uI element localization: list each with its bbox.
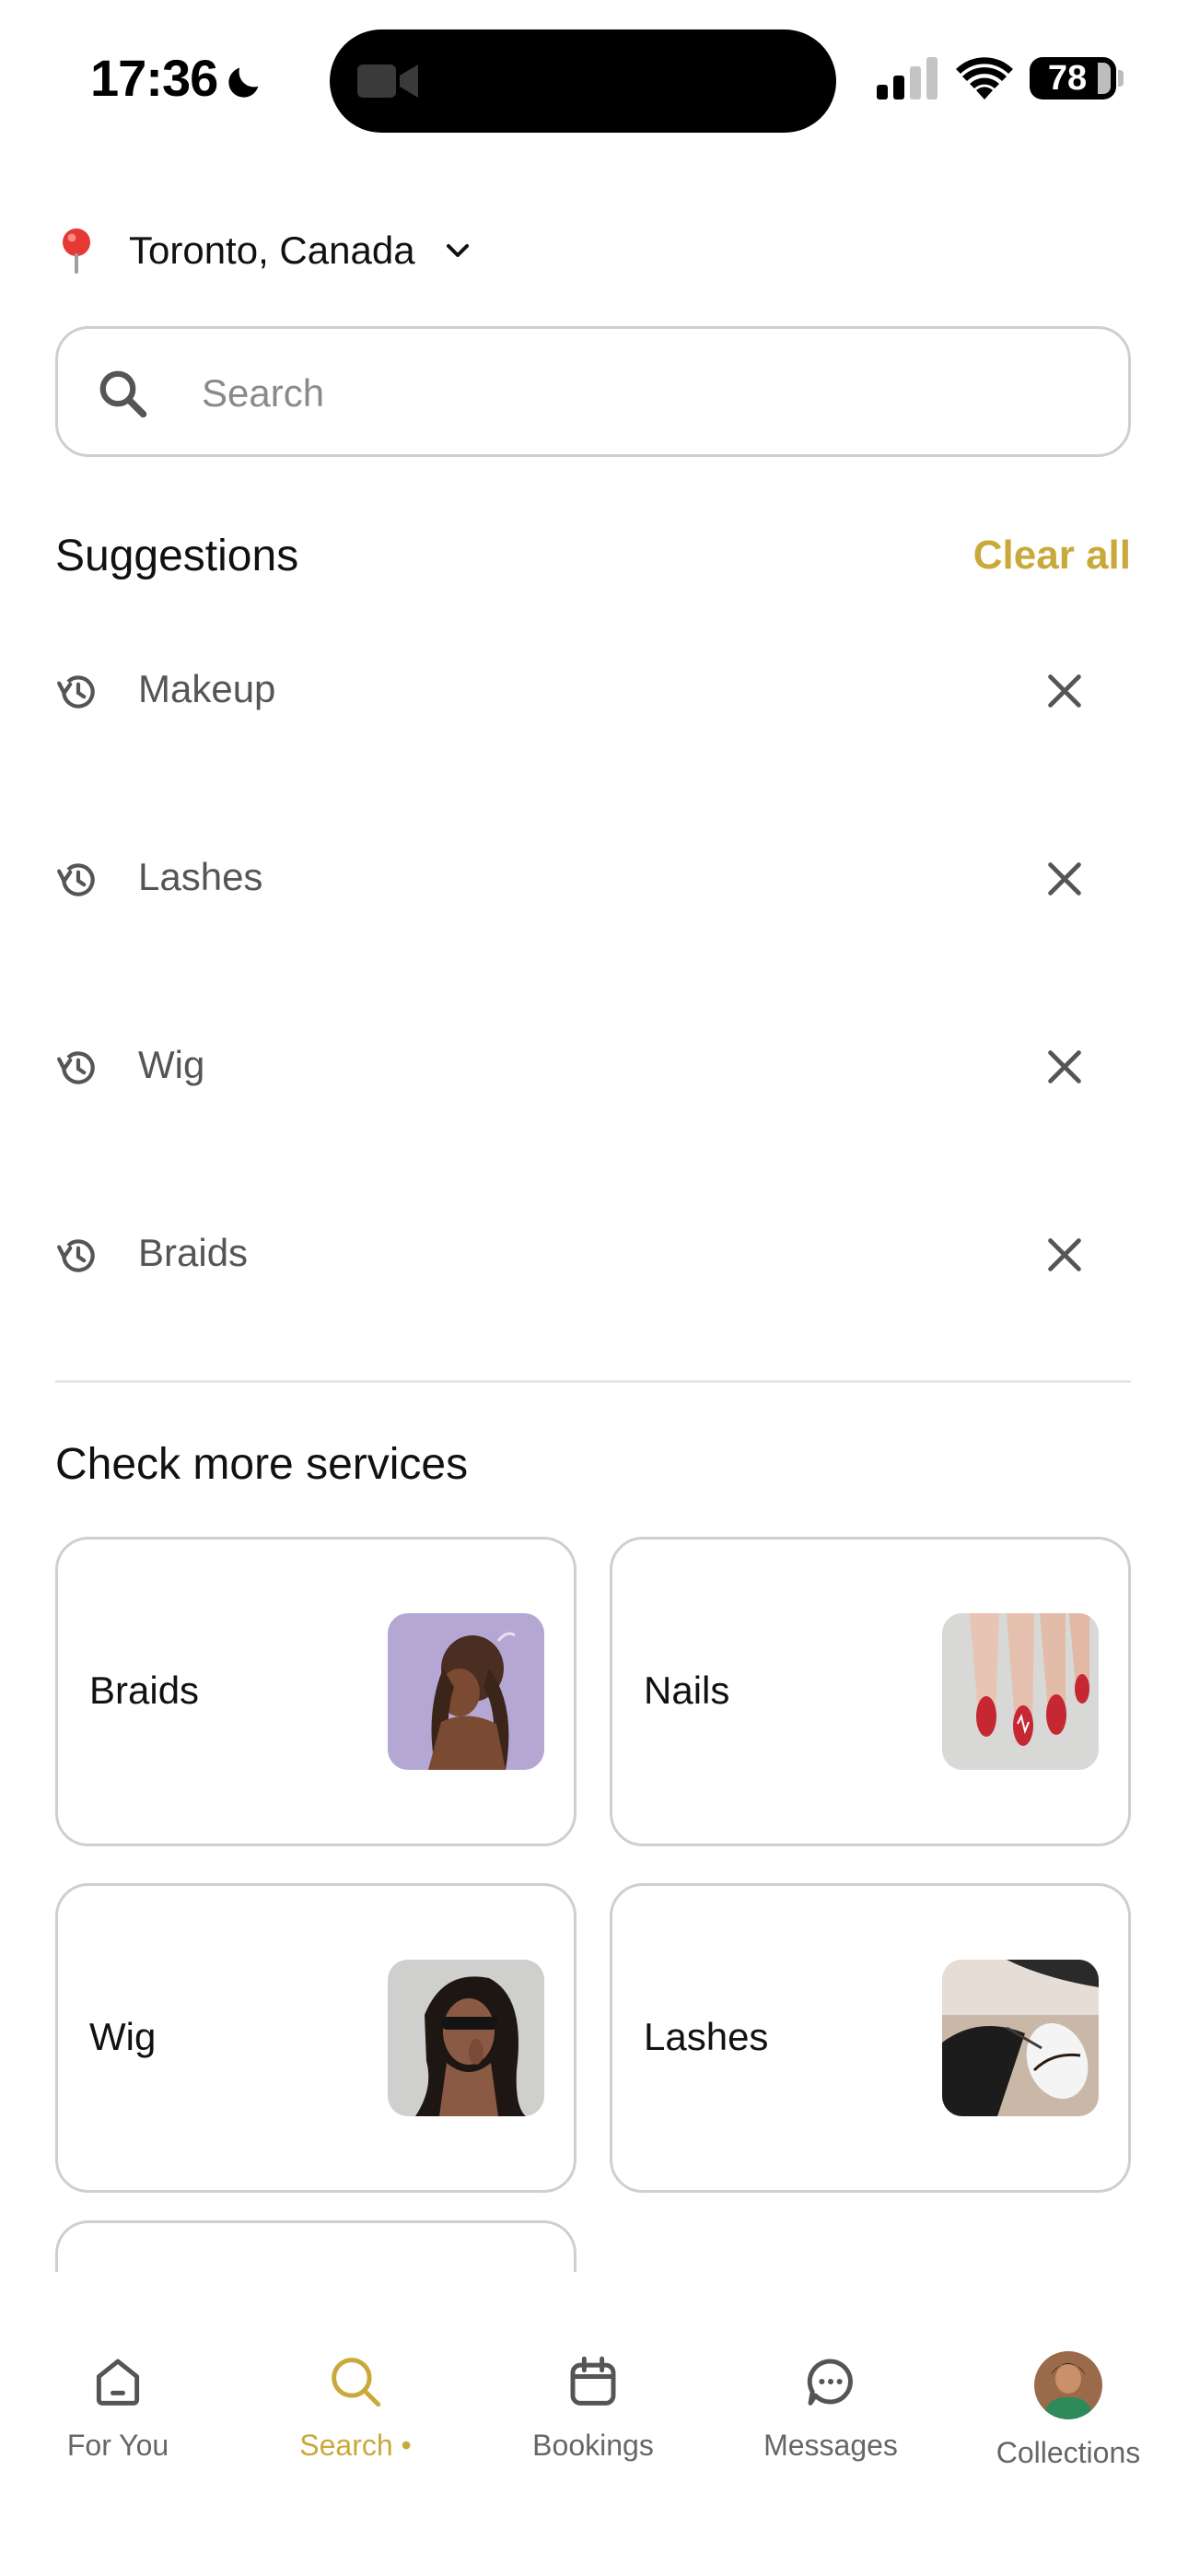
tab-bookings[interactable]: Bookings (492, 2351, 694, 2480)
service-card-nails[interactable]: Nails (610, 1537, 1131, 1846)
clear-all-button[interactable]: Clear all (973, 533, 1131, 579)
calendar-icon (570, 2356, 616, 2406)
suggestion-label: Makeup (138, 667, 276, 710)
moon-icon (228, 67, 259, 98)
tab-for-you[interactable]: For You (17, 2351, 219, 2480)
search-bar[interactable] (55, 326, 1131, 457)
battery-cap (1118, 70, 1124, 87)
location-selector[interactable]: Toronto, Canada (57, 225, 472, 276)
map-pin-icon (63, 228, 90, 274)
services-title: Check more services (55, 1440, 469, 1489)
status-bar: 17:36 78 (0, 0, 1188, 138)
close-icon[interactable] (1044, 859, 1085, 899)
history-icon (57, 863, 95, 896)
search-screen: 17:36 78 Toronto, Canada Search Suggesti… (0, 0, 1188, 2576)
battery-level: 78 (1047, 59, 1088, 98)
suggestion-item[interactable]: Wig (55, 1021, 1131, 1113)
service-thumbnail (388, 1960, 544, 2116)
service-card-partial[interactable] (55, 2220, 577, 2276)
cellular-signal-icon (877, 57, 938, 100)
suggestion-label: Braids (138, 1231, 249, 1274)
bottom-tab-bar: For You Search • Bookings Messages Colle… (0, 2272, 1188, 2576)
service-thumbnail (942, 1960, 1099, 2116)
service-thumbnail (942, 1613, 1099, 1770)
service-card-braids[interactable]: Braids (55, 1537, 577, 1846)
service-card-lashes[interactable]: Lashes (610, 1883, 1131, 2193)
tab-search[interactable]: Search • (254, 2351, 457, 2480)
service-card-label: Nails (644, 1669, 730, 1712)
suggestion-item[interactable]: Braids (55, 1209, 1131, 1301)
status-time: 17:36 (90, 49, 218, 107)
chat-bubble-icon (807, 2359, 853, 2406)
service-card-wig[interactable]: Wig (55, 1883, 577, 2193)
tab-label: For You (66, 2429, 169, 2462)
chevron-down-icon (446, 244, 469, 257)
video-camera-icon (357, 64, 418, 98)
location-label: Toronto, Canada (129, 228, 415, 272)
tab-label: Messages (763, 2429, 898, 2462)
tab-collections[interactable]: Collections (967, 2351, 1170, 2480)
service-card-label: Wig (89, 2015, 157, 2058)
search-icon (99, 370, 147, 418)
service-card-label: Braids (89, 1669, 200, 1712)
suggestion-item[interactable]: Lashes (55, 833, 1131, 925)
avatar (1034, 2351, 1102, 2419)
tab-label: Bookings (532, 2429, 654, 2462)
tab-label-text: Search (299, 2429, 393, 2462)
tab-messages[interactable]: Messages (729, 2351, 932, 2480)
suggestion-label: Lashes (138, 855, 263, 898)
home-icon (96, 2359, 140, 2406)
suggestions-title: Suggestions (55, 532, 299, 580)
service-card-label: Lashes (644, 2015, 769, 2058)
battery-indicator: 78 (1030, 57, 1116, 100)
service-thumbnail (388, 1613, 544, 1770)
history-icon (57, 1239, 95, 1272)
search-input[interactable] (202, 357, 1086, 430)
suggestion-item[interactable]: Makeup (55, 645, 1131, 737)
history-icon (57, 1051, 95, 1084)
tab-label: Search • (299, 2429, 412, 2462)
history-icon (57, 675, 95, 708)
tab-label: Collections (996, 2436, 1141, 2469)
wifi-icon (956, 57, 1013, 100)
close-icon[interactable] (1044, 1235, 1085, 1275)
section-divider (55, 1380, 1131, 1383)
close-icon[interactable] (1044, 1047, 1085, 1087)
close-icon[interactable] (1044, 671, 1085, 711)
suggestion-label: Wig (138, 1043, 205, 1086)
search-icon (332, 2358, 381, 2407)
